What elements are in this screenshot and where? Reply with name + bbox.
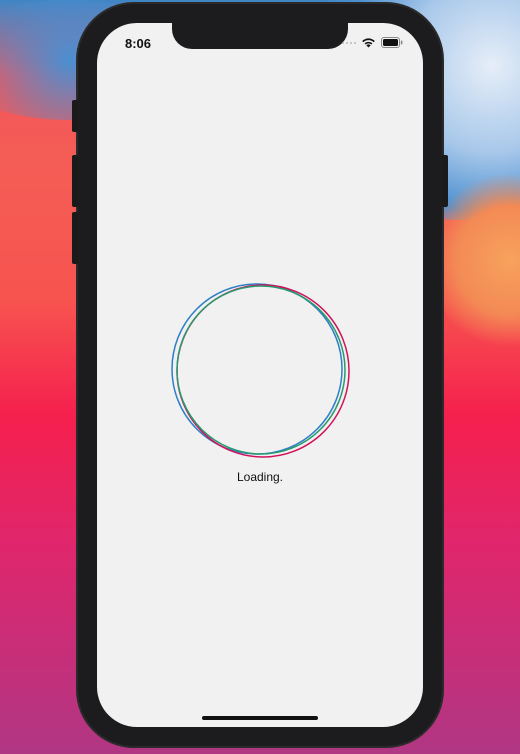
battery-icon — [381, 37, 403, 48]
status-time: 8:06 — [125, 36, 152, 51]
silent-switch — [72, 100, 78, 132]
cellular-signal-icon — [342, 41, 356, 44]
loading-spinner — [171, 283, 350, 458]
notch — [172, 23, 348, 49]
wifi-icon — [362, 38, 375, 48]
volume-up-button — [72, 155, 78, 207]
loader-ring-blue — [171, 283, 343, 455]
status-icons — [342, 37, 403, 48]
volume-down-button — [72, 212, 78, 264]
loading-label: Loading. — [236, 470, 284, 484]
phone-screen: 8:06 Loading. — [97, 23, 423, 727]
side-button — [442, 155, 448, 207]
home-indicator[interactable] — [202, 716, 318, 720]
